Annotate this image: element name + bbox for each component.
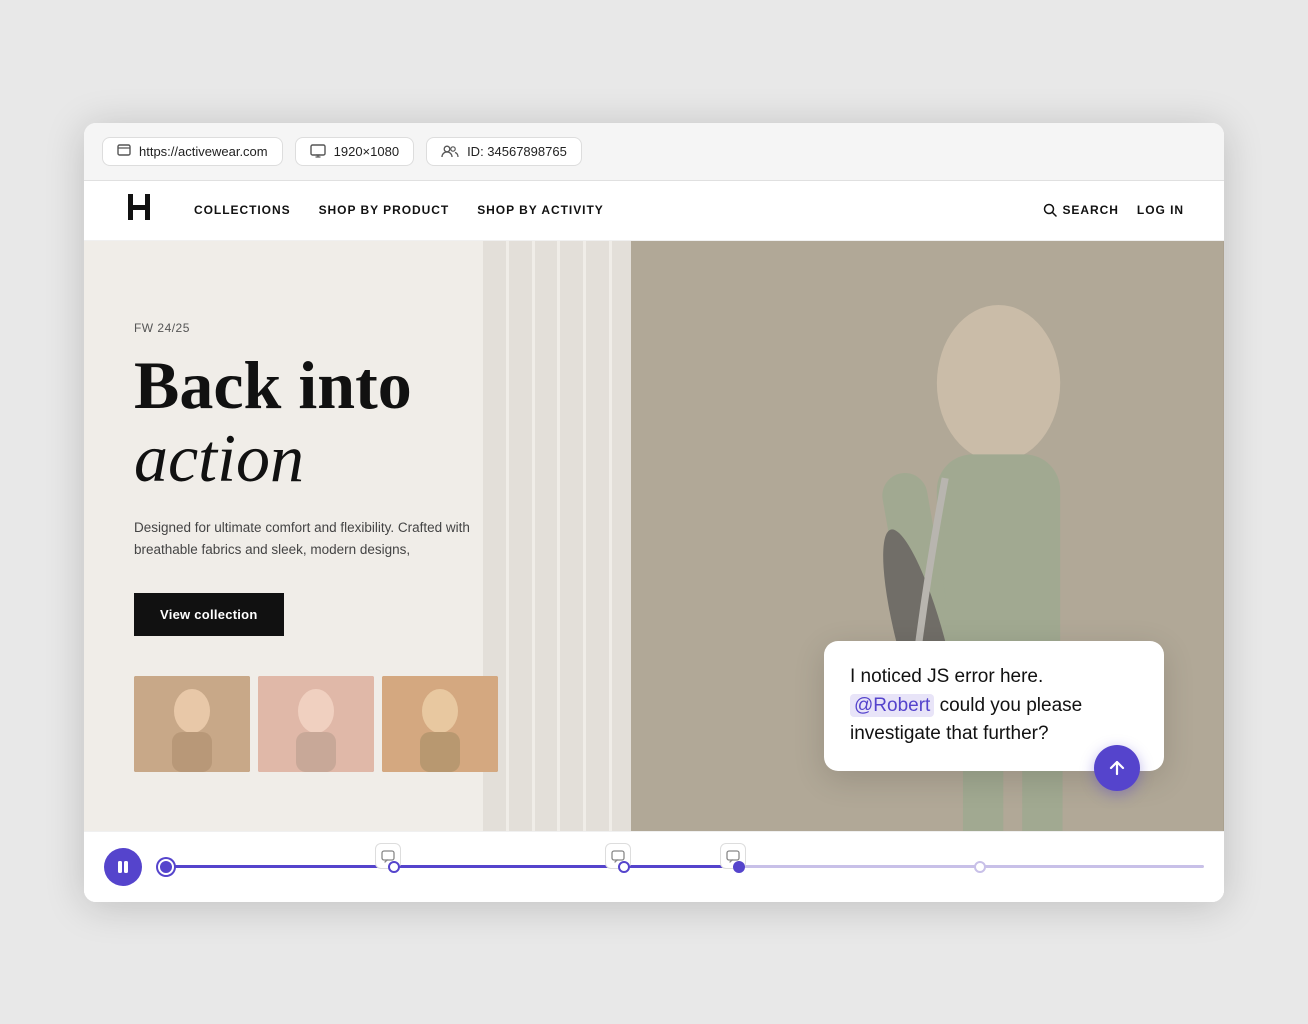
url-bar[interactable]: https://activewear.com — [102, 137, 283, 166]
thumb-image-3 — [382, 676, 498, 772]
resolution-pill: 1920×1080 — [295, 137, 414, 166]
timeline-marker-3[interactable] — [733, 861, 745, 873]
website-content: COLLECTIONS SHOP BY PRODUCT SHOP BY ACTI… — [84, 181, 1224, 902]
hero-section: FW 24/25 Back into action Designed for u… — [84, 241, 1224, 831]
nav-right-section: SEARCH LOG IN — [1043, 203, 1184, 217]
hero-left-content: FW 24/25 Back into action Designed for u… — [84, 241, 631, 831]
comment-text-before: I noticed JS error here. — [850, 666, 1043, 687]
hero-title: Back into action — [134, 349, 581, 496]
hero-description: Designed for ultimate comfort and flexib… — [134, 517, 474, 560]
logo-icon — [124, 192, 154, 222]
timeline-line — [158, 865, 1204, 868]
thumbnail-3[interactable] — [382, 676, 498, 772]
timeline-progress — [158, 865, 744, 868]
pause-button[interactable] — [104, 848, 142, 886]
thumbnail-row — [134, 676, 581, 772]
timeline-marker-4[interactable] — [974, 861, 986, 873]
browser-tab-icon — [117, 144, 131, 158]
login-button[interactable]: LOG IN — [1137, 203, 1184, 217]
search-icon — [1043, 203, 1057, 217]
hero-title-italic: action — [134, 420, 304, 496]
comment-card: I noticed JS error here. @Robert could y… — [824, 641, 1164, 771]
url-text: https://activewear.com — [139, 144, 268, 159]
thumb-image-2 — [258, 676, 374, 772]
browser-frame: https://activewear.com 1920×1080 ID: 345… — [84, 123, 1224, 902]
timeline-marker-2[interactable] — [618, 861, 630, 873]
comment-text: I noticed JS error here. @Robert could y… — [850, 663, 1138, 749]
send-comment-button[interactable] — [1094, 745, 1140, 791]
users-icon — [441, 144, 459, 158]
site-navigation: COLLECTIONS SHOP BY PRODUCT SHOP BY ACTI… — [84, 181, 1224, 241]
nav-collections[interactable]: COLLECTIONS — [194, 203, 291, 217]
session-id-text: ID: 34567898765 — [467, 144, 567, 159]
thumbnail-1[interactable] — [134, 676, 250, 772]
nav-links: COLLECTIONS SHOP BY PRODUCT SHOP BY ACTI… — [194, 203, 1043, 217]
timeline-track[interactable] — [158, 853, 1204, 881]
timeline-bar — [84, 831, 1224, 902]
thumbnail-2[interactable] — [258, 676, 374, 772]
site-logo — [124, 192, 154, 229]
nav-shop-product[interactable]: SHOP BY PRODUCT — [319, 203, 450, 217]
search-label: SEARCH — [1062, 203, 1118, 217]
timeline-playhead[interactable] — [158, 859, 174, 875]
pause-icon — [115, 859, 131, 875]
comment-mention[interactable]: @Robert — [850, 694, 934, 717]
view-collection-button[interactable]: View collection — [134, 593, 284, 636]
monitor-icon — [310, 144, 326, 158]
search-button[interactable]: SEARCH — [1043, 203, 1118, 217]
resolution-text: 1920×1080 — [334, 144, 399, 159]
session-pill: ID: 34567898765 — [426, 137, 582, 166]
hero-title-text: Back into — [134, 347, 412, 423]
timeline-marker-1[interactable] — [388, 861, 400, 873]
thumb-image-1 — [134, 676, 250, 772]
nav-shop-activity[interactable]: SHOP BY ACTIVITY — [477, 203, 604, 217]
browser-bar: https://activewear.com 1920×1080 ID: 345… — [84, 123, 1224, 181]
hero-season: FW 24/25 — [134, 321, 581, 335]
send-icon — [1107, 758, 1127, 778]
